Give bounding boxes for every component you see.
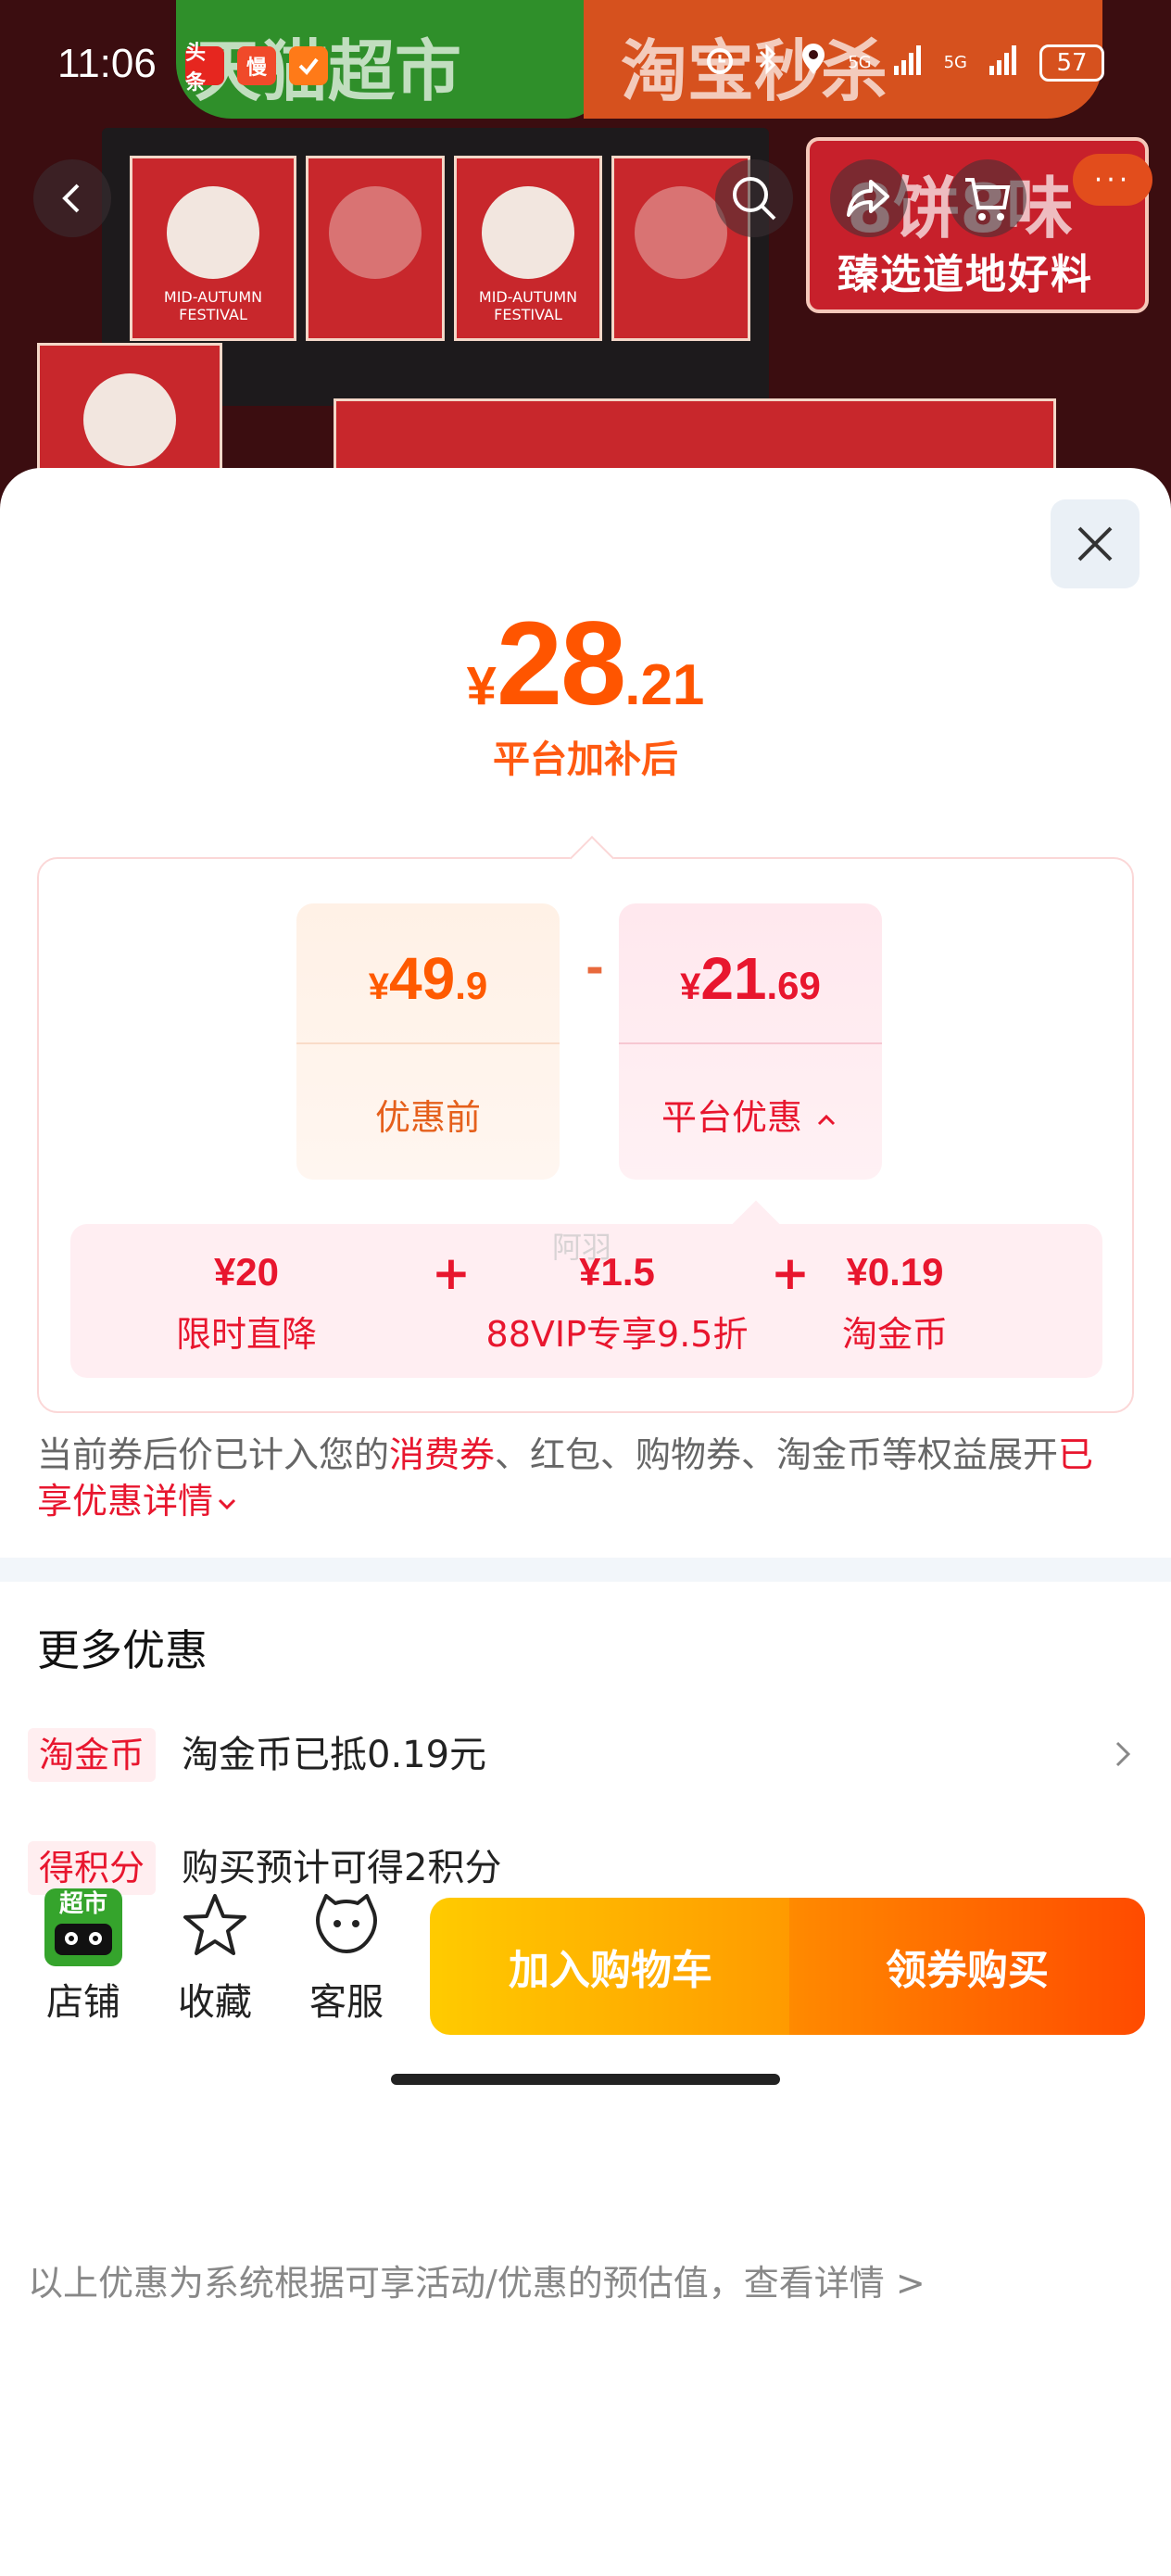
signal-icon-2	[988, 44, 1019, 82]
card-divider	[296, 1042, 560, 1044]
customer-service-label: 客服	[309, 1981, 384, 2024]
add-to-cart-button[interactable]: 加入购物车	[430, 1898, 791, 2035]
offer-tag: 得积分	[28, 1841, 157, 1895]
price-calculation: ¥49.9 优惠前 - ¥21.69 平台优惠 ¥20 限时直降 + ¥1.5 …	[37, 835, 1134, 1413]
price-note: 当前券后价已计入您的消费券、红包、购物券、淘金币等权益展开已享优惠详情	[37, 1432, 1112, 1524]
share-icon	[847, 180, 889, 217]
customer-service-icon	[316, 1894, 377, 1953]
favorite-label: 收藏	[178, 1981, 252, 2024]
alarm-icon	[703, 43, 737, 82]
note-text: 当前券后价已计入您的	[37, 1434, 390, 1475]
signal-icon	[892, 44, 924, 82]
back-arrow-icon	[62, 183, 80, 213]
price-detail-sheet: ¥28.21 平台加补后 ¥49.9 优惠前 - ¥21.69 平台优惠 ¥20…	[0, 468, 1171, 2576]
search-button[interactable]	[715, 159, 793, 237]
share-button[interactable]	[830, 159, 908, 237]
close-button[interactable]	[1051, 499, 1140, 588]
original-price-card: ¥49.9 优惠前	[296, 903, 560, 1180]
customer-service-button[interactable]: 客服	[291, 1888, 402, 2026]
bottom-action-bar: 超市 店铺 收藏 客服 加入购物车 领券购买	[0, 1888, 1171, 2037]
platform-discount-card[interactable]: ¥21.69 平台优惠	[619, 903, 882, 1180]
slow-app-icon: 慢	[237, 46, 276, 85]
signal-5g-label-2: 5G	[943, 53, 967, 72]
favorite-button[interactable]: 收藏	[159, 1888, 271, 2026]
final-price-integer: 28	[496, 598, 626, 730]
plus-sign: +	[771, 1246, 810, 1300]
breakdown-item: ¥0.19 淘金币	[812, 1250, 978, 1357]
box-caption: MID-AUTUMN FESTIVAL	[163, 288, 263, 323]
chevron-up-icon	[817, 1114, 836, 1125]
breakdown-value: ¥0.19	[846, 1250, 944, 1294]
platform-discount-label-row: 平台优惠	[619, 1089, 882, 1140]
back-button[interactable]	[33, 159, 111, 237]
card-divider	[619, 1042, 882, 1044]
estimate-disclaimer[interactable]: 以上优惠为系统根据可享活动/优惠的预估值，查看详情 >	[28, 2254, 925, 2305]
taobao-app-icon	[289, 46, 328, 85]
final-price-decimal: .21	[624, 653, 705, 717]
platform-discount: ¥21.69	[619, 944, 882, 1013]
section-divider	[0, 1558, 1171, 1582]
original-price: ¥49.9	[296, 944, 560, 1013]
battery-indicator: 57	[1039, 44, 1104, 82]
chevron-down-icon	[218, 1498, 236, 1509]
tmall-supermarket-logo: 超市	[44, 1888, 122, 1966]
breakdown-value: ¥1.5	[579, 1250, 655, 1294]
offer-text: 购买预计可得2积分	[182, 1847, 502, 1889]
box-caption: MID-AUTUMN FESTIVAL	[478, 288, 578, 323]
breakdown-item: ¥1.5 88VIP专享9.5折	[469, 1250, 765, 1357]
top-nav	[0, 159, 1171, 243]
original-price-label: 优惠前	[374, 1097, 481, 1138]
breakdown-pointer	[732, 1200, 780, 1248]
more-offers-title: 更多优惠	[37, 1625, 208, 1675]
buy-with-coupon-button[interactable]: 领券购买	[789, 1898, 1145, 2035]
final-price: ¥28.21	[0, 596, 1171, 732]
original-price-integer: 49	[389, 945, 456, 1012]
shop-label: 店铺	[46, 1981, 120, 2024]
plus-sign: +	[432, 1246, 471, 1300]
search-icon	[733, 177, 776, 221]
discount-breakdown: ¥20 限时直降 + ¥1.5 88VIP专享9.5折 + ¥0.19 淘金币 …	[70, 1200, 1102, 1378]
note-highlight: 消费券	[389, 1434, 496, 1475]
watermark: 阿羽	[552, 1230, 612, 1265]
star-icon	[183, 1894, 246, 1955]
note-text-2: 、红包、购物券、淘金币等权益展开	[495, 1434, 1059, 1475]
status-bar: 11:06 头条 慢 5G 5G 57	[0, 41, 1171, 96]
platform-discount-label: 平台优惠	[661, 1097, 802, 1138]
bluetooth-icon	[757, 43, 779, 82]
platform-discount-integer: 21	[700, 945, 767, 1012]
breakdown-value: ¥20	[213, 1250, 280, 1294]
original-price-decimal: .9	[455, 964, 488, 1007]
breakdown-name: 限时直降	[175, 1314, 317, 1355]
signal-5g-label: 5G	[848, 53, 872, 72]
original-price-symbol: ¥	[368, 966, 390, 1007]
offer-row-coins[interactable]: 淘金币 淘金币已抵0.19元	[28, 1723, 1143, 1787]
minus-sign: -	[586, 942, 604, 994]
chevron-right-icon	[1115, 1741, 1131, 1767]
platform-discount-decimal: .69	[766, 964, 821, 1007]
toutiao-app-icon: 头条	[185, 42, 224, 95]
shop-button[interactable]: 超市 店铺	[28, 1888, 139, 2026]
final-price-symbol: ¥	[466, 656, 497, 716]
home-indicator[interactable]	[391, 2074, 780, 2085]
shop-logo-text: 超市	[58, 1890, 107, 1918]
breakdown-name: 88VIP专享9.5折	[485, 1314, 749, 1355]
breakdown-item: ¥20 限时直降	[145, 1250, 348, 1357]
calc-pointer	[569, 835, 615, 881]
breakdown-name: 淘金币	[841, 1314, 948, 1355]
platform-discount-symbol: ¥	[680, 966, 701, 1007]
final-price-caption: 平台加补后	[493, 739, 678, 781]
offer-tag: 淘金币	[28, 1728, 157, 1782]
close-icon	[1077, 526, 1113, 562]
cart-button[interactable]	[949, 159, 1026, 237]
status-icons: 5G 5G 57	[703, 43, 1104, 82]
location-icon	[800, 43, 827, 82]
cat-face-icon	[55, 1924, 112, 1955]
more-menu-button[interactable]: ···	[1073, 154, 1152, 206]
offer-text: 淘金币已抵0.19元	[182, 1734, 487, 1776]
cart-icon	[965, 178, 1011, 221]
sign-subtitle: 臻选道地好料	[837, 251, 1093, 298]
status-time: 11:06	[57, 41, 157, 86]
